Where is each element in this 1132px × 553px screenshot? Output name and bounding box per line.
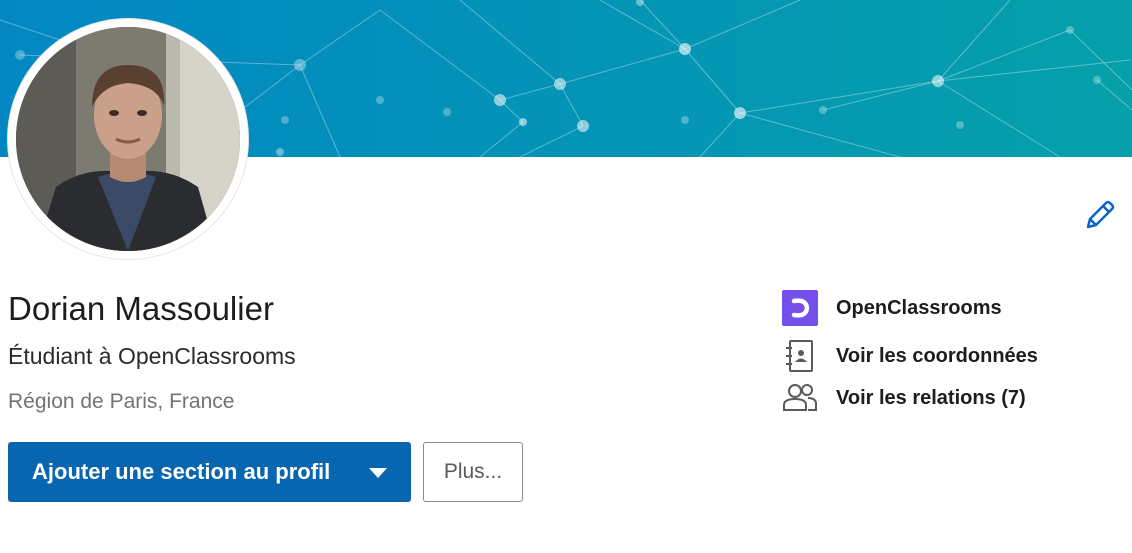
add-profile-section-button[interactable]: Ajouter une section au profil [8,442,411,502]
openclassrooms-logo-icon [782,290,818,326]
avatar-frame[interactable] [8,19,248,259]
profile-name: Dorian Massoulier [8,290,274,327]
contact-info-label: Voir les coordonnées [836,345,1038,367]
add-profile-section-label: Ajouter une section au profil [32,459,331,484]
profile-page: Dorian Massoulier Étudiant à OpenClassro… [0,0,1132,553]
caret-down-icon [369,468,387,478]
avatar[interactable] [16,27,240,251]
company-label: OpenClassrooms [836,297,1002,319]
contact-book-icon [786,340,813,372]
pencil-icon[interactable] [1082,199,1116,233]
more-button[interactable]: Plus... [423,442,523,502]
profile-location: Région de Paris, France [8,390,235,413]
profile-photo [16,27,240,251]
people-icon [783,384,817,411]
profile-headline: Étudiant à OpenClassrooms [8,343,296,369]
connections-label: Voir les relations (7) [836,387,1026,409]
